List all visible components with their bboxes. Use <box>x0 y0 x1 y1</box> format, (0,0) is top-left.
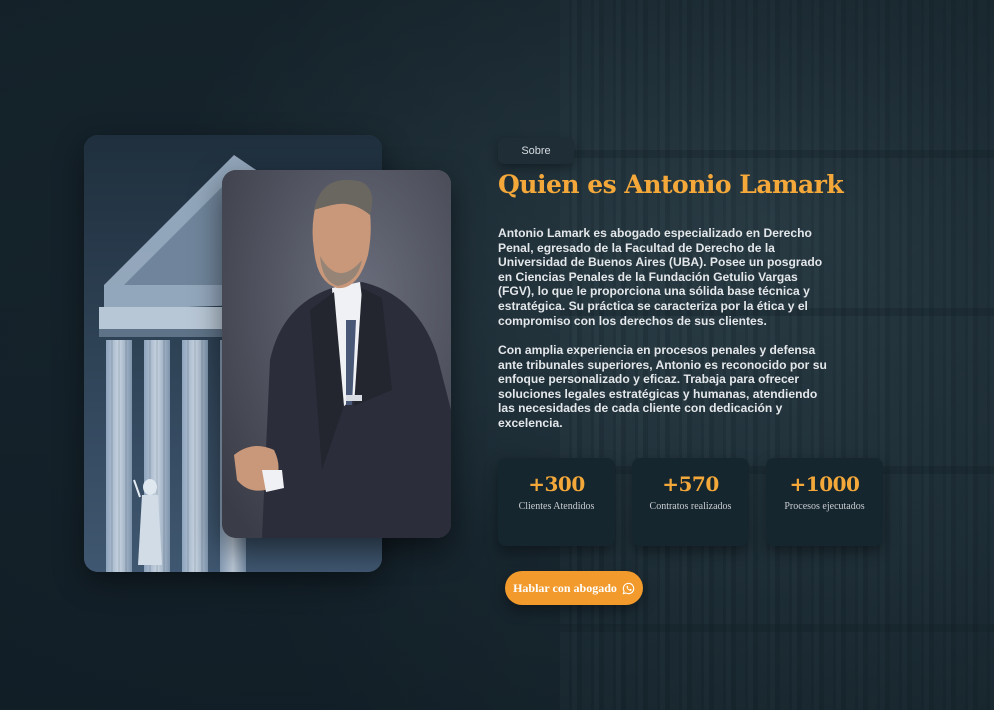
lawyer-portrait <box>222 170 451 538</box>
stat-value: +300 <box>528 472 585 496</box>
stat-label: Procesos ejecutados <box>784 501 865 512</box>
stat-label: Contratos realizados <box>649 501 732 512</box>
whatsapp-icon <box>622 582 635 595</box>
stat-label: Clientes Atendidos <box>518 501 595 512</box>
stat-value: +1000 <box>789 472 860 496</box>
stat-card-processes: +1000 Procesos ejecutados <box>766 458 883 546</box>
bio-paragraph-2: Con amplia experiencia en procesos penal… <box>498 343 827 430</box>
contact-lawyer-button[interactable]: Hablar con abogado <box>505 571 643 605</box>
contact-lawyer-button-label: Hablar con abogado <box>513 580 617 595</box>
stat-card-contracts: +570 Contratos realizados <box>632 458 749 546</box>
bio-paragraph-1: Antonio Lamark es abogado especializado … <box>498 226 823 328</box>
section-title: Quien es Antonio Lamark <box>498 170 844 199</box>
stat-value: +570 <box>662 472 719 496</box>
section-badge: Sobre <box>498 138 574 164</box>
stat-card-clients: +300 Clientes Atendidos <box>498 458 615 546</box>
